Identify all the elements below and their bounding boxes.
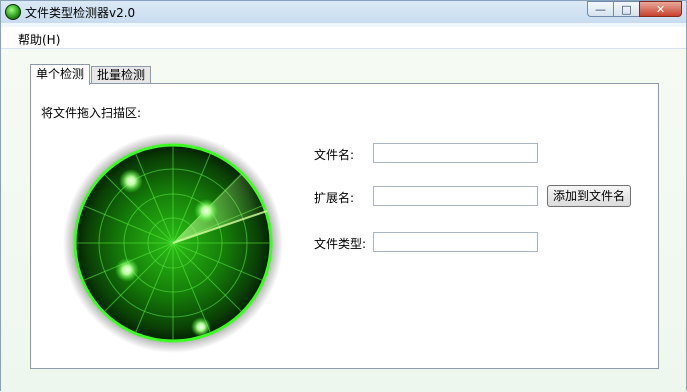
window-controls: — □ ✕	[587, 1, 682, 17]
radar-scanner-icon	[63, 133, 283, 353]
extension-label: 扩展名:	[314, 191, 355, 205]
radar-app-icon	[5, 4, 21, 20]
tab-single-detect[interactable]: 单个检测	[30, 64, 91, 85]
radar-drop-zone[interactable]	[61, 131, 285, 355]
menu-bar: 帮助(H)	[1, 27, 686, 49]
tab-batch-detect[interactable]: 批量检测	[91, 66, 152, 84]
add-to-filename-button[interactable]: 添加到文件名	[547, 185, 631, 207]
minimize-button[interactable]: —	[587, 1, 613, 17]
app-window: 文件类型检测器v2.0 — □ ✕ 帮助(H) 单个检测 批量检测 将文件拖入扫…	[0, 0, 687, 392]
filename-label: 文件名:	[314, 148, 355, 162]
maximize-button[interactable]: □	[613, 1, 639, 17]
window-title: 文件类型检测器v2.0	[25, 6, 136, 20]
menu-help[interactable]: 帮助(H)	[18, 31, 60, 48]
filetype-label: 文件类型:	[314, 237, 367, 251]
drop-hint-label: 将文件拖入扫描区:	[41, 106, 142, 120]
extension-field[interactable]	[373, 186, 538, 206]
close-button[interactable]: ✕	[639, 1, 682, 17]
filetype-field[interactable]	[373, 232, 538, 252]
title-bar[interactable]: 文件类型检测器v2.0 — □ ✕	[1, 1, 686, 23]
filename-field[interactable]	[373, 143, 538, 163]
